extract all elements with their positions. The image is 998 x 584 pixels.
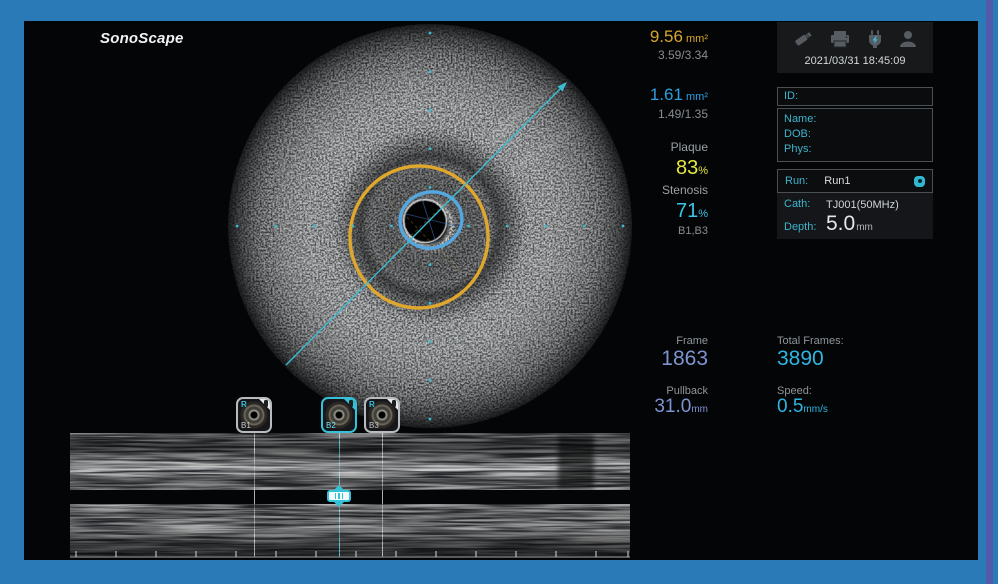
plaque-value: 83% <box>584 157 708 180</box>
cath-value: TJ001(50MHz) <box>826 199 899 211</box>
frame-info-right: Total Frames: 3890 Speed: 0.5mm/s <box>777 335 933 418</box>
bookmark-b3[interactable]: R B3 <box>364 397 400 433</box>
run-panel: Run: Run1 Cath: TJ001(50MHz) Depth: 5.0 … <box>777 169 933 239</box>
pullback-value: 31.0mm <box>584 397 708 418</box>
bookmark-label: B1 <box>241 421 251 430</box>
frame-info-left: Frame 1863 Pullback 31.0mm <box>584 335 708 418</box>
phys-label: Phys: <box>784 142 926 157</box>
bookmark-label: B3 <box>369 421 379 430</box>
dob-label: DOB: <box>784 127 926 142</box>
depth-label: Depth: <box>784 220 826 235</box>
reference-marker: R <box>241 400 247 409</box>
frame-value: 1863 <box>584 347 708 370</box>
cath-label: Cath: <box>784 197 826 212</box>
name-label: Name: <box>784 112 926 127</box>
eem-area: 9.56 mm² <box>584 27 708 47</box>
total-frames-label: Total Frames: <box>777 335 933 347</box>
printer-icon[interactable] <box>828 29 852 49</box>
catheter-void <box>405 201 445 241</box>
frame-label: Frame <box>584 335 708 347</box>
ivus-workstation: { "brand": { "logo": "SonoScape" }, "col… <box>0 0 998 584</box>
depth-value: 5.0 <box>826 213 855 235</box>
run-info-icon[interactable] <box>914 176 925 187</box>
depth-row: Depth: 5.0 mm <box>777 212 933 235</box>
plaque-label: Plaque <box>584 141 708 155</box>
run-selector[interactable]: Run: Run1 <box>777 169 933 193</box>
long-strip-bottom <box>70 504 630 556</box>
stenosis-reference: B1,B3 <box>584 225 708 238</box>
run-label: Run: <box>785 174 808 189</box>
long-strip-top <box>70 433 630 490</box>
bezel-stripe <box>986 0 993 584</box>
bookmark-b2[interactable]: B2 <box>321 397 357 433</box>
sidebar: 2021/03/31 18:45:09 ID: Name: DOB: Phys:… <box>777 22 933 239</box>
measurement-panel: 9.56 mm² 3.59/3.34 1.61 mm² 1.49/1.35 Pl… <box>584 27 708 238</box>
bookmark-pin-icon <box>264 400 268 407</box>
depth-unit: mm <box>856 220 873 235</box>
eem-diameters: 3.59/3.34 <box>584 49 708 63</box>
patient-id-field[interactable]: ID: <box>777 87 933 106</box>
lumen-area: 1.61 mm² <box>584 85 708 105</box>
screen: SonoScape <box>24 21 978 560</box>
power-plug-icon[interactable] <box>866 29 884 49</box>
usb-icon[interactable] <box>791 29 815 49</box>
brand-logo: SonoScape <box>100 30 184 47</box>
tomographic-view[interactable] <box>224 21 636 435</box>
reference-marker: R <box>369 400 375 409</box>
scrubber-arrow-down <box>334 502 344 507</box>
bookmark-pin-icon <box>392 400 396 407</box>
patient-info-panel[interactable]: Name: DOB: Phys: <box>777 108 933 162</box>
stenosis-label: Stenosis <box>584 184 708 198</box>
run-value: Run1 <box>824 175 850 187</box>
scrubber-grip <box>327 490 351 502</box>
stenosis-value: 71% <box>584 200 708 223</box>
speed-value: 0.5mm/s <box>777 397 933 418</box>
total-frames-value: 3890 <box>777 347 933 370</box>
toolbox: 2021/03/31 18:45:09 <box>777 22 933 73</box>
frame-scrubber-handle[interactable] <box>326 485 352 507</box>
bookmark-pin-icon <box>349 400 353 407</box>
catheter-row: Cath: TJ001(50MHz) <box>777 193 933 212</box>
bookmark-label: B2 <box>326 421 336 430</box>
lumen-diameters: 1.49/1.35 <box>584 108 708 122</box>
datetime: 2021/03/31 18:45:09 <box>787 55 923 67</box>
bookmark-b1[interactable]: R B1 <box>236 397 272 433</box>
user-icon[interactable] <box>897 29 919 49</box>
id-label: ID: <box>784 89 798 104</box>
